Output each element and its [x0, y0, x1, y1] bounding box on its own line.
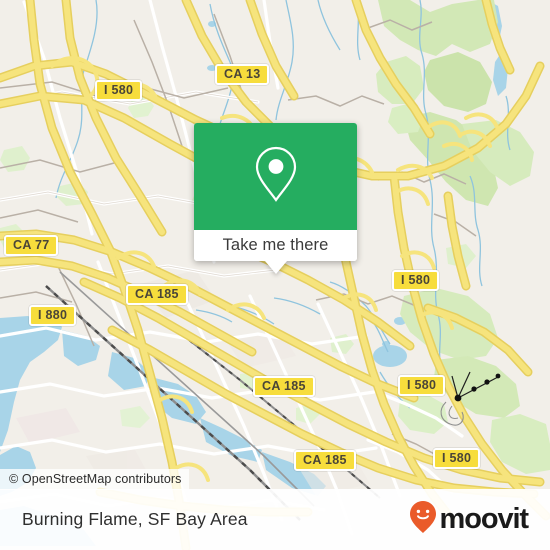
highway-shield[interactable]: I 580	[433, 448, 481, 469]
highway-shield[interactable]: I 580	[392, 270, 440, 291]
highway-shield[interactable]: I 580	[398, 375, 446, 396]
highway-shield[interactable]: CA 13	[215, 64, 270, 85]
moovit-smiley-pin-icon	[409, 500, 437, 539]
moovit-logo[interactable]: moovit	[409, 500, 530, 539]
map-pin-icon	[253, 145, 299, 208]
highway-shield[interactable]: CA 77	[4, 235, 59, 256]
map-canvas[interactable]: I 580 CA 13 CA 77 CA 185 I 880 I 580 CA …	[0, 0, 550, 550]
highway-shield[interactable]: CA 185	[294, 450, 356, 471]
bottom-info-bar: Burning Flame, SF Bay Area moovit	[0, 489, 550, 550]
highway-shield[interactable]: I 580	[95, 80, 143, 101]
moovit-wordmark: moovit	[439, 503, 530, 535]
highway-shield[interactable]: CA 185	[126, 284, 188, 305]
place-title: Burning Flame, SF Bay Area	[22, 509, 248, 529]
take-me-there-button[interactable]: Take me there	[194, 230, 357, 261]
take-me-there-label: Take me there	[222, 236, 329, 254]
popup-header	[194, 123, 357, 230]
place-popup-card[interactable]: Take me there	[194, 123, 357, 274]
highway-shield[interactable]: CA 185	[253, 376, 315, 397]
popup-pointer	[264, 261, 287, 274]
map-screen: I 580 CA 13 CA 77 CA 185 I 880 I 580 CA …	[0, 0, 550, 550]
highway-shield[interactable]: I 880	[29, 305, 77, 326]
osm-attribution[interactable]: © OpenStreetMap contributors	[0, 469, 189, 490]
